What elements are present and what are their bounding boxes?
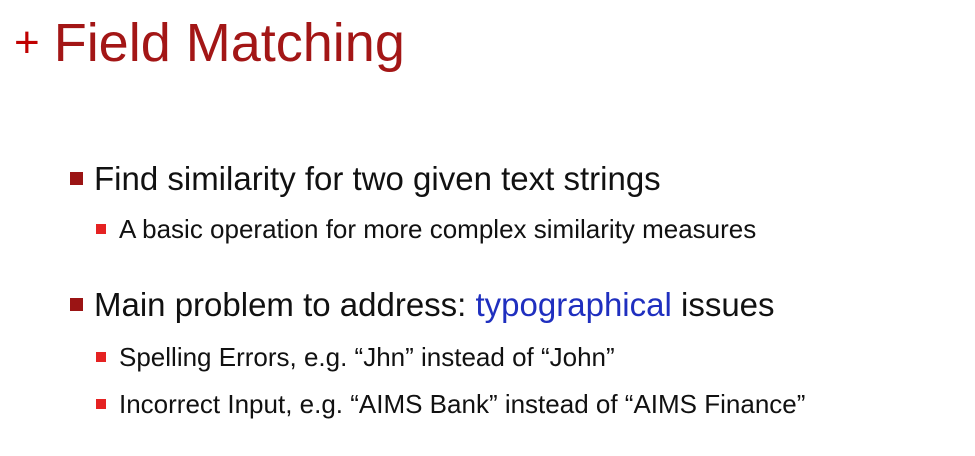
- sub-bullet-text: Incorrect Input, e.g. “AIMS Bank” instea…: [119, 389, 806, 419]
- sub-bullet-item-1-1: A basic operation for more complex simil…: [96, 214, 756, 244]
- highlighted-term: typographical: [475, 285, 672, 323]
- square-bullet-icon: [70, 297, 83, 311]
- bullet-text: Main problem to address: typographical i…: [94, 288, 775, 321]
- bullet-text-prefix: Main problem to address:: [94, 285, 476, 323]
- square-bullet-icon: [96, 224, 106, 234]
- sub-bullet-text: Spelling Errors, e.g. “Jhn” instead of “…: [119, 342, 615, 372]
- slide-title-text: Field Matching: [53, 13, 405, 73]
- square-bullet-icon: [70, 171, 83, 185]
- sub-bullet-item-2-2: Incorrect Input, e.g. “AIMS Bank” instea…: [96, 389, 805, 419]
- sub-bullet-text: A basic operation for more complex simil…: [119, 214, 757, 244]
- plus-icon: +: [14, 18, 40, 67]
- sub-bullet-item-2-1: Spelling Errors, e.g. “Jhn” instead of “…: [96, 342, 615, 372]
- slide-title: + Field Matching: [14, 8, 405, 78]
- square-bullet-icon: [96, 352, 106, 362]
- bullet-item-1: Find similarity for two given text strin…: [70, 160, 661, 196]
- square-bullet-icon: [96, 399, 106, 409]
- bullet-text: Find similarity for two given text strin…: [94, 159, 661, 197]
- bullet-text-suffix: issues: [671, 285, 775, 323]
- slide: + Field Matching Find similarity for two…: [0, 0, 975, 456]
- bullet-item-2: Main problem to address: typographical i…: [70, 286, 775, 322]
